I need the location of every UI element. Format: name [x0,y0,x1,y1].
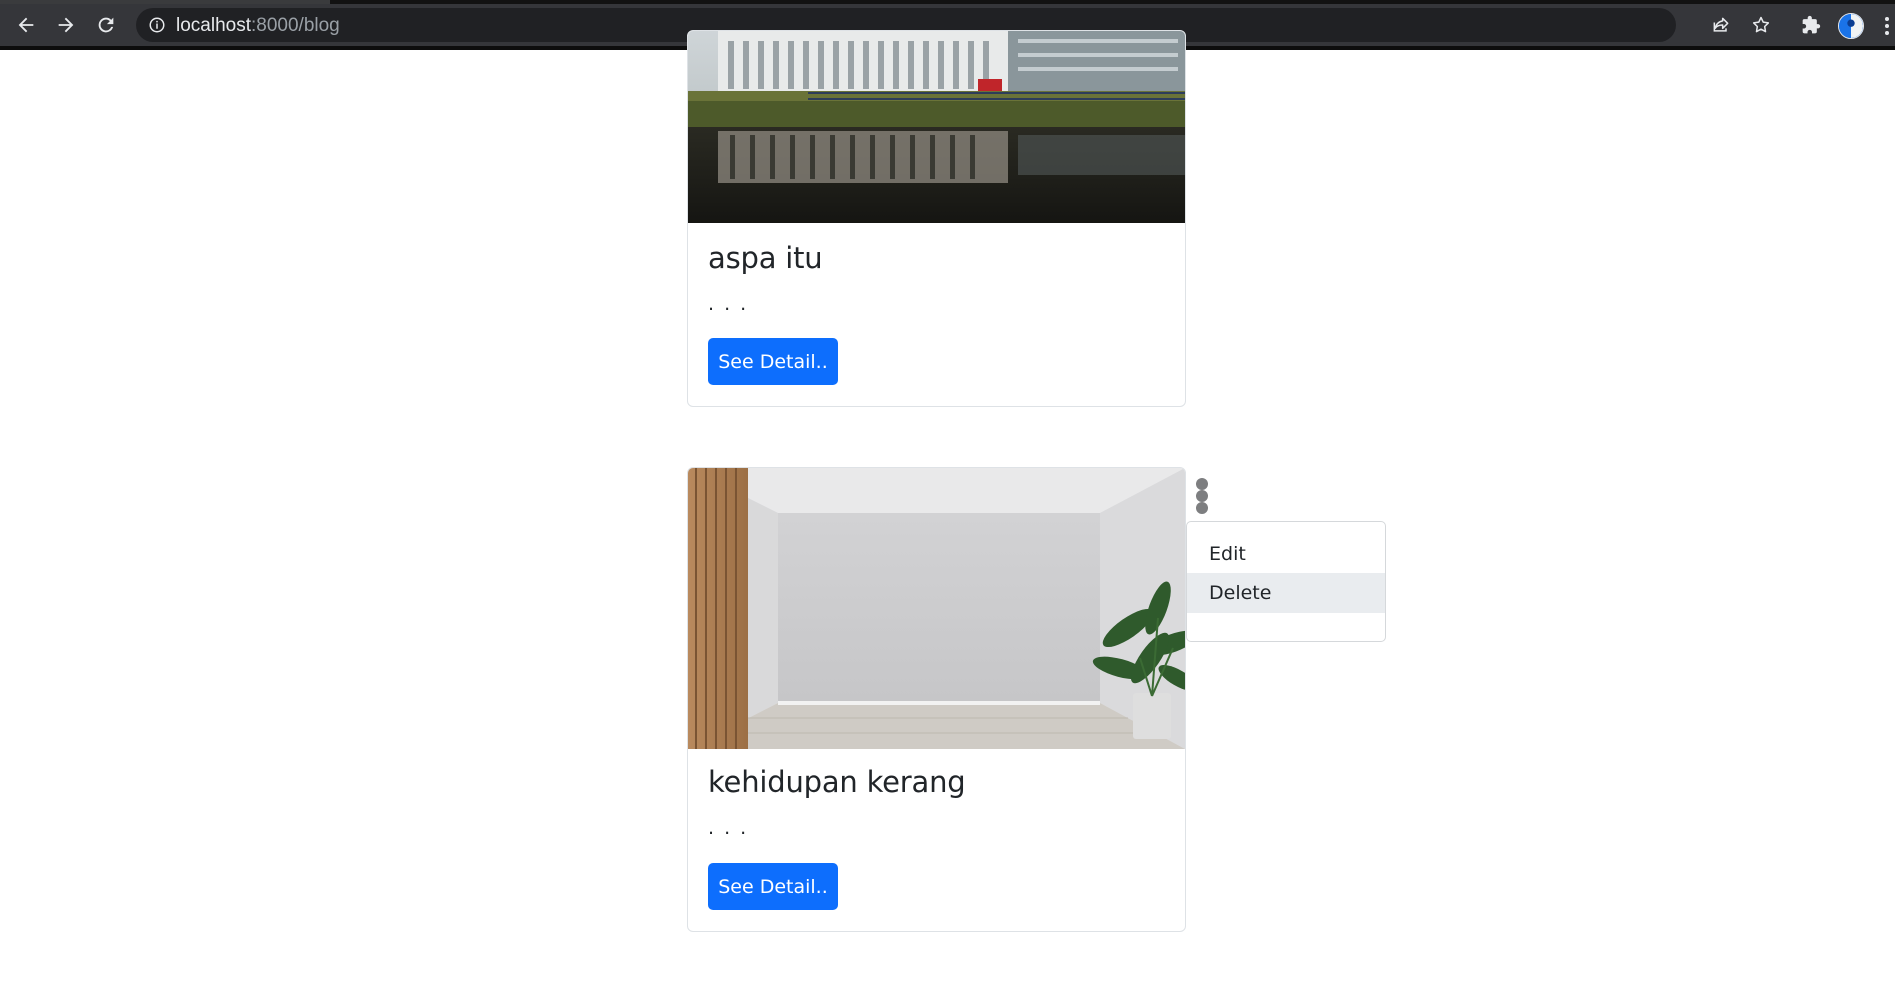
profile-avatar[interactable] [1838,13,1864,39]
share-icon[interactable] [1710,14,1732,36]
reload-icon[interactable] [93,12,119,38]
site-info-icon[interactable] [148,16,166,34]
bookmark-star-icon[interactable] [1750,14,1772,36]
browser-menu-icon[interactable] [1884,16,1890,36]
blog-card: aspa itu . . . See Detail.. [687,30,1186,407]
card-image-building [688,31,1185,223]
more-options-icon[interactable] [1190,474,1214,516]
blog-card: kehidupan kerang . . . See Detail.. [687,467,1186,932]
forward-icon[interactable] [53,12,79,38]
back-icon[interactable] [13,12,39,38]
see-detail-button[interactable]: See Detail.. [708,338,838,385]
card-title: aspa itu [708,241,823,275]
url-text[interactable]: localhost:8000/blog [176,15,340,37]
extensions-icon[interactable] [1800,14,1822,36]
card-image-room [688,468,1185,749]
card-title: kehidupan kerang [708,765,966,799]
delete-menu-item[interactable]: Delete [1187,573,1385,613]
post-options-menu: Edit Delete [1186,521,1386,642]
card-excerpt: . . . [708,817,749,839]
edit-menu-item[interactable]: Edit [1187,534,1385,574]
see-detail-button[interactable]: See Detail.. [708,863,838,910]
card-excerpt: . . . [708,293,749,315]
